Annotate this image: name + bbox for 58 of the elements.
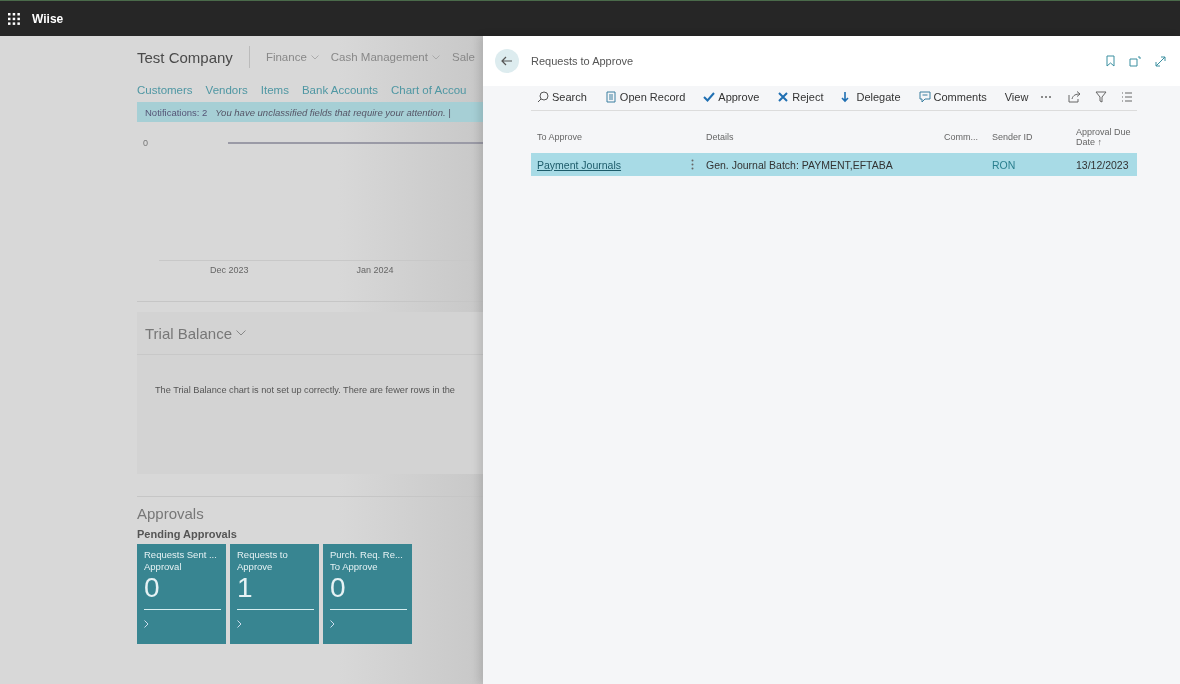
close-icon xyxy=(777,91,790,103)
info-message: The Trial Balance chart is not set up correctly. There are fewer rows in the xyxy=(154,384,456,395)
tile-label: Purch. Req. Re... To Approve xyxy=(330,549,404,573)
toolbar-button[interactable]: Reject xyxy=(777,91,824,103)
section-title: Approvals xyxy=(137,505,205,522)
axis-label: Dec 2023 xyxy=(210,265,249,275)
section-subtitle: Pending Approvals xyxy=(137,528,238,540)
expand-icon xyxy=(1155,55,1166,67)
table-cell-text: Gen. Journal Batch: PAYMENT,EFTABA xyxy=(706,158,894,171)
toolbar-button[interactable]: Open Record xyxy=(604,91,686,103)
record-link[interactable]: Payment Journals xyxy=(531,158,691,171)
cue-tile[interactable]: Requests to Approve 1 xyxy=(230,544,319,644)
section-title[interactable]: Trial Balance xyxy=(145,322,246,344)
column-header[interactable]: Comm... xyxy=(944,132,992,142)
chevron-down-icon xyxy=(236,330,246,336)
tile-value: 0 xyxy=(144,573,161,603)
back-button[interactable] xyxy=(495,49,519,73)
checkmark-icon xyxy=(703,91,716,103)
column-header[interactable]: Details xyxy=(706,132,944,142)
cue-tile[interactable]: Purch. Req. Re... To Approve 0 xyxy=(323,544,412,644)
column-header[interactable]: Approval Due Date ↑ xyxy=(1076,127,1132,147)
toolbar-button[interactable]: Approve xyxy=(703,91,760,103)
notification-count: Notifications: 2 xyxy=(145,106,208,118)
search-icon xyxy=(537,91,549,103)
column-header[interactable]: To Approve xyxy=(531,132,691,142)
table-cell-text: 13/12/2023 xyxy=(1076,158,1130,171)
chevron-right-icon xyxy=(330,620,335,628)
table-row[interactable]: Payment Journals Gen. Journal Batch: PAYMENT,EFTABA RON 13/12/2023 xyxy=(531,153,1137,176)
toolbar-button[interactable]: View xyxy=(1004,91,1029,103)
bookmark-icon xyxy=(1106,55,1115,67)
app-title: Wiise xyxy=(32,11,64,26)
comment-icon xyxy=(918,91,931,103)
tile-label: Requests Sent ... Approval xyxy=(144,549,218,573)
cue-tile[interactable]: Requests Sent ... Approval 0 xyxy=(137,544,226,644)
share-icon xyxy=(1068,91,1081,103)
toolbar-button[interactable]: Comments xyxy=(918,91,987,103)
open-in-new-window-icon xyxy=(1129,55,1141,67)
tile-label: Requests to Approve xyxy=(237,549,289,573)
notification-message: You have unclassified fields that require your attention. | xyxy=(215,106,451,118)
more-vertical-icon xyxy=(691,159,694,170)
table-cell-text: RON xyxy=(992,158,1017,171)
chevron-right-icon xyxy=(144,620,149,628)
document-icon xyxy=(604,91,617,103)
column-header[interactable]: Sender ID xyxy=(992,132,1076,142)
more-options-icon xyxy=(1040,95,1053,99)
app-launcher-icon[interactable] xyxy=(8,12,20,25)
page-title: Requests to Approve xyxy=(531,55,635,67)
list-icon xyxy=(1121,92,1133,102)
filter-icon xyxy=(1095,91,1107,103)
company-name[interactable]: Test Company xyxy=(137,48,233,66)
axis-label: 0 xyxy=(143,138,148,148)
tile-value: 1 xyxy=(237,573,254,603)
axis-label: Jan 2024 xyxy=(356,265,394,275)
toolbar-button[interactable]: Search xyxy=(537,91,587,103)
chevron-right-icon xyxy=(237,620,242,628)
arrow-left-icon xyxy=(501,56,513,66)
tile-value: 0 xyxy=(330,573,347,603)
toolbar-button[interactable]: Delegate xyxy=(841,91,901,103)
